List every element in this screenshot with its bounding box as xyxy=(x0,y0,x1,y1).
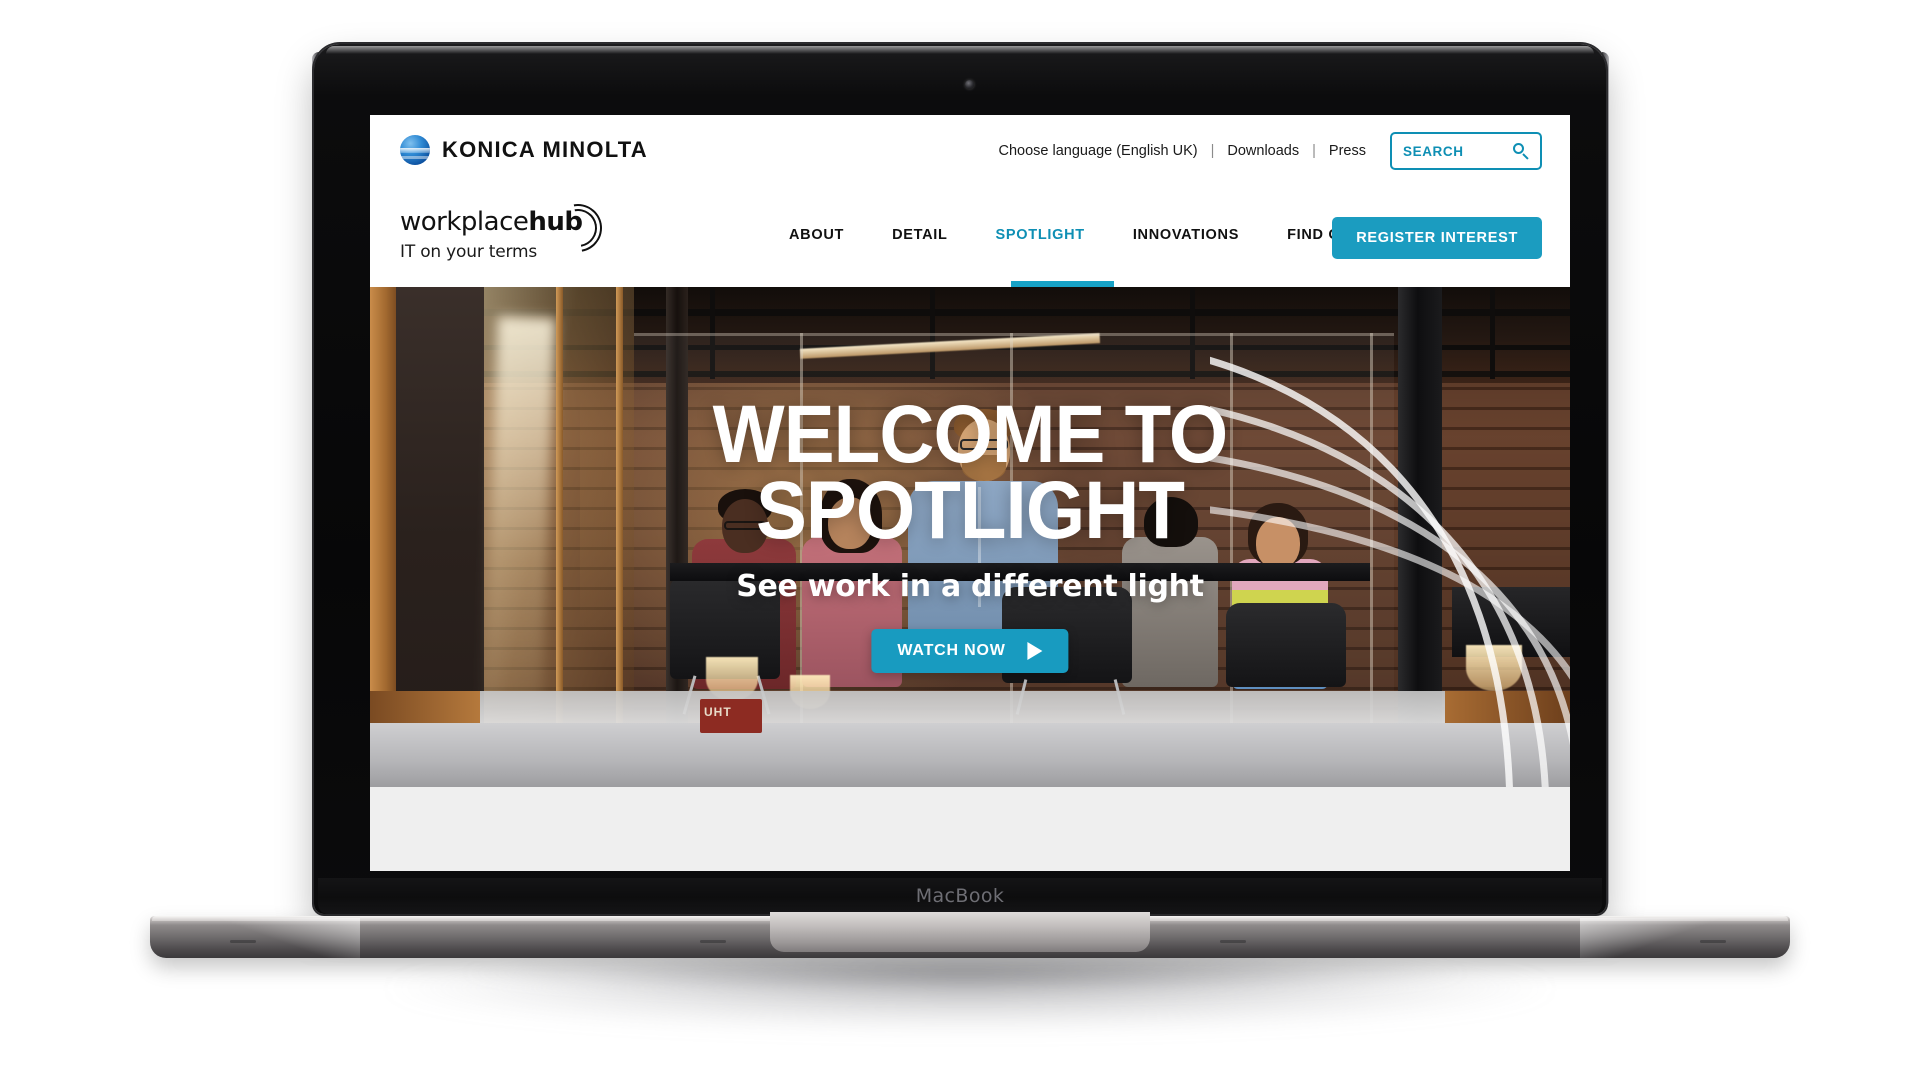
utility-links: Choose language (English UK) | Downloads… xyxy=(997,132,1542,170)
utility-link-downloads[interactable]: Downloads xyxy=(1225,143,1301,159)
base-vent-notch xyxy=(700,940,726,943)
content-section-below-hero xyxy=(370,787,1570,871)
hero-subtitle: See work in a different light xyxy=(736,569,1204,604)
play-icon xyxy=(1027,642,1043,660)
workplace-hub-logo[interactable]: workplacehub IT on your terms xyxy=(400,194,612,271)
watch-now-label: WATCH NOW xyxy=(897,642,1006,659)
hero-title-line-1: WELCOME TO xyxy=(712,389,1229,480)
macbook-brand-label: MacBook xyxy=(915,885,1005,907)
konica-minolta-logo[interactable]: KONICA MINOLTA xyxy=(400,135,648,165)
webcam-icon xyxy=(965,80,974,89)
laptop-hinge xyxy=(770,912,1150,952)
hero-title: WELCOME TO SPOTLIGHT xyxy=(412,389,1528,557)
utility-separator-2: | xyxy=(1312,143,1316,159)
base-vent-notch xyxy=(230,940,256,943)
nav-item-about[interactable]: ABOUT xyxy=(765,227,868,243)
utility-separator-1: | xyxy=(1210,143,1215,159)
base-vent-notch xyxy=(1700,940,1726,943)
search-placeholder: SEARCH xyxy=(1403,143,1464,159)
nav-item-detail[interactable]: DETAIL xyxy=(868,227,971,243)
laptop-base-right-taper xyxy=(1580,918,1790,958)
hero-title-line-2: SPOTLIGHT xyxy=(755,465,1185,557)
base-vent-notch xyxy=(1220,940,1246,943)
workplace-hub-word-light: workplace xyxy=(400,207,529,237)
search-input[interactable]: SEARCH xyxy=(1390,132,1542,170)
register-interest-button[interactable]: REGISTER INTEREST xyxy=(1332,217,1542,259)
watch-now-button[interactable]: WATCH NOW xyxy=(871,629,1069,673)
laptop-base-left-taper xyxy=(150,918,360,958)
laptop-lid-highlight xyxy=(326,46,1594,54)
hero-copy: WELCOME TO SPOTLIGHT See work in a diffe… xyxy=(370,287,1570,787)
konica-minolta-wordmark: KONICA MINOLTA xyxy=(442,137,648,162)
nav-item-spotlight[interactable]: SPOTLIGHT xyxy=(972,227,1109,243)
konica-minolta-globe-icon xyxy=(400,135,430,165)
utility-link-language[interactable]: Choose language (English UK) xyxy=(997,143,1200,159)
utility-link-press[interactable]: Press xyxy=(1327,143,1368,159)
laptop-contact-shadow xyxy=(330,952,1600,1012)
screenshot-stage: KONICA MINOLTA Choose language (English … xyxy=(0,0,1920,1080)
nav-item-innovations[interactable]: INNOVATIONS xyxy=(1109,227,1263,243)
browser-viewport: KONICA MINOLTA Choose language (English … xyxy=(370,115,1570,871)
hub-arcs-icon xyxy=(544,194,612,262)
utility-bar: KONICA MINOLTA Choose language (English … xyxy=(370,115,1570,187)
search-icon[interactable] xyxy=(1513,143,1529,160)
main-navigation-bar: workplacehub IT on your terms ABOUT DETA… xyxy=(370,187,1570,287)
